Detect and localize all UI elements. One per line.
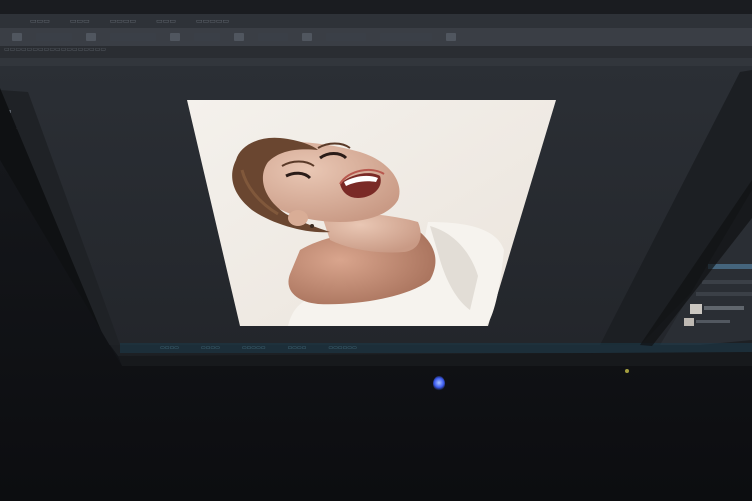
options-bar bbox=[0, 31, 752, 43]
options-field bbox=[326, 33, 366, 41]
options-field bbox=[110, 33, 156, 41]
taskbar-item: ▭▭▭▭▭▭ bbox=[328, 345, 357, 351]
menu-blur-1: ▭▭▭ bbox=[30, 17, 50, 25]
taskbar-item: ▭▭▭▭▭ bbox=[241, 345, 266, 351]
menu-blur-2: ▭▭▭ bbox=[69, 17, 90, 25]
menu-bar: ▭▭▭ ▭▭▭ ▭▭▭▭ ▭▭▭ ▭▭▭▭▭ bbox=[0, 16, 752, 26]
tool-icon bbox=[302, 33, 312, 41]
tool-icon bbox=[12, 33, 22, 41]
taskbar-item: ▭▭▭▭ bbox=[200, 345, 220, 351]
menu-blur-5: ▭▭▭▭▭ bbox=[196, 17, 230, 25]
tool-icon bbox=[234, 33, 244, 41]
taskbar: ▭▭▭▭ ▭▭▭▭ ▭▭▭▭▭ ▭▭▭▭ ▭▭▭▭▭▭ bbox=[0, 343, 752, 353]
options-field bbox=[36, 33, 72, 41]
indicator-light-icon bbox=[625, 369, 629, 373]
tool-icon bbox=[446, 33, 456, 41]
monitor-photo bbox=[0, 0, 752, 501]
menu-blur-4: ▭▭▭ bbox=[156, 17, 176, 25]
power-led-icon bbox=[433, 376, 445, 391]
tool-icon bbox=[86, 33, 96, 41]
options-field bbox=[194, 33, 220, 41]
options-field bbox=[380, 33, 432, 41]
options-field bbox=[258, 33, 288, 41]
taskbar-item: ▭▭▭▭ bbox=[287, 345, 307, 351]
taskbar-item: ▭▭▭▭ bbox=[160, 345, 179, 351]
photo-scene: ▭▭▭ ▭▭▭ ▭▭▭▭ ▭▭▭ ▭▭▭▭▭ ▭▭▭▭▭▭▭▭▭▭▭▭▭▭▭▭▭… bbox=[0, 0, 752, 501]
tool-icon bbox=[170, 33, 180, 41]
document-tab: ▭▭▭▭▭▭▭▭▭▭▭▭▭▭▭▭▭▭ bbox=[4, 46, 107, 53]
menu-blur-3: ▭▭▭▭ bbox=[109, 17, 137, 25]
